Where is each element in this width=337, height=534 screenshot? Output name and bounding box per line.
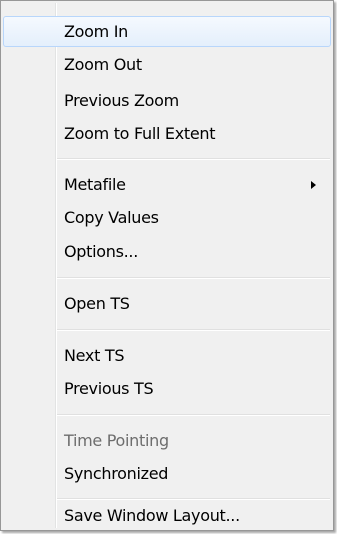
menu-item-label: Metafile	[64, 175, 126, 194]
menu-item-label: Open TS	[64, 294, 130, 313]
menu-item-label: Synchronized	[64, 464, 169, 483]
menu-item-synchronized[interactable]: Synchronized	[3, 458, 331, 489]
menu-item-label: Zoom Out	[64, 55, 142, 74]
menu-separator	[57, 277, 330, 279]
menu-item-options[interactable]: Options...	[3, 236, 331, 267]
menu-item-next-ts[interactable]: Next TS	[3, 340, 331, 371]
menu-item-zoom-in[interactable]: Zoom In	[3, 16, 331, 47]
menu-item-save-window-layout[interactable]: Save Window Layout...	[3, 500, 331, 531]
menu-item-copy-values[interactable]: Copy Values	[3, 202, 331, 233]
menu-separator	[57, 158, 330, 160]
context-menu: Zoom In Zoom Out Previous Zoom Zoom to F…	[0, 0, 334, 531]
menu-item-label: Zoom to Full Extent	[64, 124, 216, 143]
menu-item-open-ts[interactable]: Open TS	[3, 288, 331, 319]
menu-item-zoom-to-full-extent[interactable]: Zoom to Full Extent	[3, 118, 331, 149]
menu-item-label: Previous TS	[64, 379, 154, 398]
menu-item-label: Zoom In	[64, 22, 128, 41]
menu-item-previous-zoom[interactable]: Previous Zoom	[3, 85, 331, 116]
menu-item-previous-ts[interactable]: Previous TS	[3, 373, 331, 404]
menu-item-label: Previous Zoom	[64, 91, 179, 110]
chevron-right-icon	[311, 181, 316, 189]
menu-separator	[57, 414, 330, 416]
menu-item-zoom-out[interactable]: Zoom Out	[3, 49, 331, 80]
menu-item-label: Copy Values	[64, 208, 159, 227]
menu-item-label: Time Pointing	[64, 431, 169, 450]
menu-separator	[57, 329, 330, 331]
menu-item-label: Options...	[64, 242, 138, 261]
menu-item-metafile[interactable]: Metafile	[3, 169, 331, 200]
menu-item-label: Next TS	[64, 346, 125, 365]
menu-item-label: Save Window Layout...	[64, 506, 240, 525]
menu-item-time-pointing: Time Pointing	[3, 425, 331, 456]
